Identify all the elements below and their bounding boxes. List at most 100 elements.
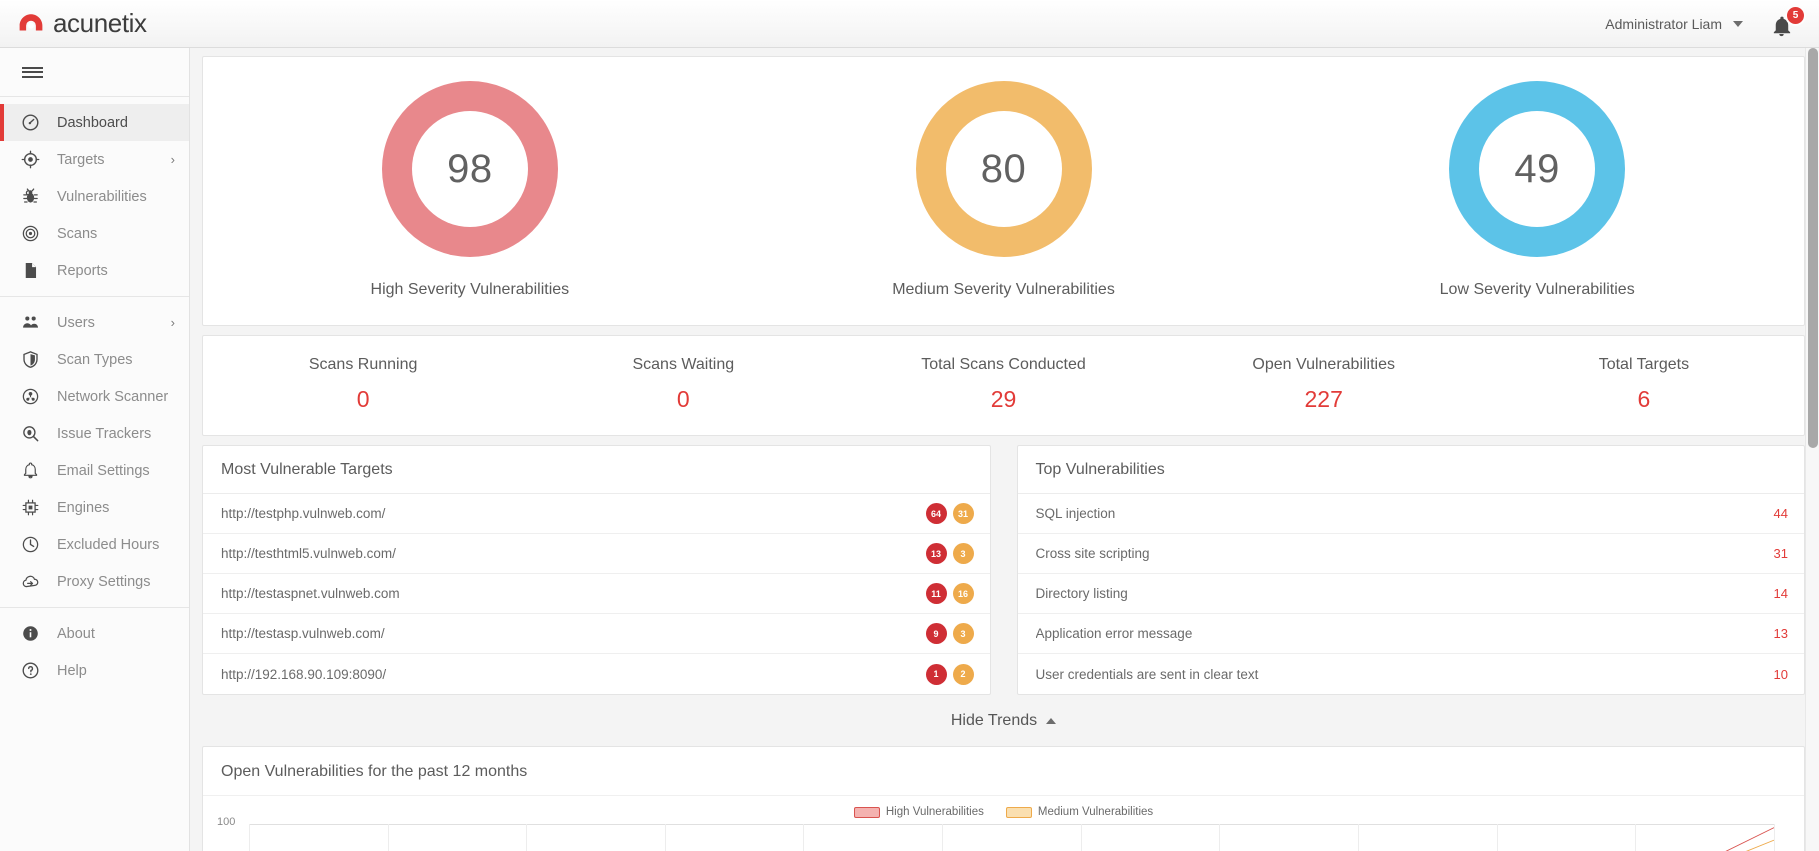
medium-count-badge: 16: [952, 583, 974, 604]
stat-label: Scans Running: [308, 356, 418, 373]
stat-label: Open Vulnerabilities: [1252, 356, 1396, 373]
scrollbar-thumb[interactable]: [1808, 48, 1818, 448]
table-row[interactable]: http://testphp.vulnweb.com/ 64 31: [203, 494, 990, 534]
sidebar-item-scan-types[interactable]: Scan Types: [0, 341, 189, 378]
app-body: Dashboard Targets › Vulnerabilities Scan…: [0, 48, 1819, 851]
panel-title: Top Vulnerabilities: [1017, 446, 1804, 494]
sidebar-item-excluded-hours[interactable]: Excluded Hours: [0, 526, 189, 563]
severity-pills: 11 16: [925, 583, 974, 604]
notifications-button[interactable]: 5: [1769, 4, 1806, 39]
vulnerability-count: 31: [1773, 546, 1788, 561]
donut-ring: 80: [915, 81, 1092, 257]
sidebar-item-reports[interactable]: Reports: [0, 252, 189, 289]
severity-pills: 9 3: [925, 623, 974, 644]
chart-gridline: [1774, 824, 1775, 851]
main-content: 98 High Severity Vulnerabilities 80 Medi…: [190, 48, 1819, 851]
brand-logo[interactable]: acunetix: [18, 8, 147, 39]
stat-label: Total Targets: [1598, 356, 1690, 373]
sidebar-item-issue-trackers[interactable]: Issue Trackers: [0, 415, 189, 452]
sidebar-item-email-settings[interactable]: Email Settings: [0, 452, 189, 489]
sidebar-item-targets[interactable]: Targets ›: [0, 141, 189, 178]
severity-donut-low: 49 Low Severity Vulnerabilities: [1270, 81, 1804, 299]
donut-hole: 98: [411, 111, 528, 227]
target-url: http://testhtml5.vulnweb.com/: [221, 546, 396, 561]
high-count-badge: 9: [925, 623, 947, 644]
vulnerability-count: 44: [1773, 506, 1788, 521]
chevron-right-icon: ›: [170, 315, 175, 330]
severity-donut-high: 98 High Severity Vulnerabilities: [203, 81, 737, 299]
cloud-arrow-icon: [20, 571, 41, 592]
sidebar-item-label: Email Settings: [57, 462, 150, 479]
stat-value: 227: [1304, 386, 1343, 412]
donut-hole: 49: [1479, 111, 1596, 227]
sidebar-item-users[interactable]: Users ›: [0, 304, 189, 341]
sidebar-item-engines[interactable]: Engines: [0, 489, 189, 526]
sidebar-item-label: Vulnerabilities: [57, 188, 147, 205]
acunetix-dashboard: acunetix Administrator Liam 5 Dashboard …: [0, 0, 1819, 851]
severity-pills: 64 31: [925, 503, 974, 524]
table-row[interactable]: User credentials are sent in clear text …: [1018, 654, 1805, 694]
target-url: http://testasp.vulnweb.com/: [221, 626, 385, 641]
sidebar-item-vulnerabilities[interactable]: Vulnerabilities: [0, 178, 189, 215]
dashboard-panels: Most Vulnerable Targets http://testphp.v…: [202, 445, 1805, 695]
vulnerability-name: Directory listing: [1035, 586, 1128, 601]
notification-badge: 5: [1785, 4, 1806, 26]
legend-item-high[interactable]: High Vulnerabilities: [853, 806, 984, 818]
bell-outline-icon: [20, 460, 41, 481]
radar-scan-icon: [20, 223, 41, 244]
chart-body: High Vulnerabilities Medium Vulnerabilit…: [203, 795, 1804, 851]
user-menu[interactable]: Administrator Liam: [1605, 16, 1743, 32]
target-crosshair-icon: [20, 149, 41, 170]
table-row[interactable]: http://testhtml5.vulnweb.com/ 13 3: [203, 534, 990, 574]
legend-item-medium[interactable]: Medium Vulnerabilities: [1005, 806, 1154, 818]
sidebar-item-help[interactable]: Help: [0, 652, 189, 689]
table-row[interactable]: Application error message 13: [1017, 614, 1804, 654]
sidebar-item-label: Scan Types: [57, 351, 133, 368]
sidebar-item-about[interactable]: About: [0, 615, 189, 652]
table-row[interactable]: Directory listing 14: [1017, 574, 1804, 614]
stat-total-scans-conducted: Total Scans Conducted 29: [843, 356, 1163, 413]
panel-title: Most Vulnerable Targets: [203, 446, 990, 494]
open-vulnerabilities-trend-chart: Open Vulnerabilities for the past 12 mon…: [202, 746, 1805, 851]
table-row[interactable]: Cross site scripting 31: [1017, 534, 1804, 574]
medium-count-badge: 31: [952, 503, 974, 524]
top-vulnerabilities-panel: Top Vulnerabilities SQL injection 44 Cro…: [1016, 445, 1805, 695]
table-row[interactable]: SQL injection 44: [1017, 494, 1804, 534]
sidebar-group-main: Dashboard Targets › Vulnerabilities Scan…: [0, 96, 189, 296]
legend-swatch-icon: [853, 806, 880, 818]
legend-label: High Vulnerabilities: [885, 806, 984, 818]
donut-label: Medium Severity Vulnerabilities: [892, 281, 1115, 298]
sidebar-item-label: Issue Trackers: [57, 425, 152, 442]
target-url: http://192.168.90.109:8090/: [221, 666, 387, 682]
header-right-cluster: Administrator Liam 5: [1605, 4, 1806, 39]
sidebar-item-label: Users: [57, 314, 95, 331]
sidebar-item-scans[interactable]: Scans: [0, 215, 189, 252]
donut-ring: 49: [1449, 81, 1626, 257]
sidebar-item-dashboard[interactable]: Dashboard: [0, 104, 189, 141]
vertical-scrollbar[interactable]: [1805, 48, 1819, 851]
legend-swatch-icon: [1005, 806, 1032, 818]
vulnerability-count: 13: [1773, 626, 1788, 641]
sidebar-item-label: Scans: [57, 225, 98, 242]
table-row[interactable]: http://testaspnet.vulnweb.com 11 16: [203, 574, 990, 614]
acunetix-logo-icon: [18, 11, 44, 37]
stat-value: 29: [990, 386, 1017, 412]
severity-pills: 13 3: [925, 543, 974, 564]
table-row[interactable]: http://192.168.90.109:8090/ 1 2: [203, 654, 990, 694]
chart-series-lines: [249, 824, 1774, 851]
severity-donut-medium: 80 Medium Severity Vulnerabilities: [737, 81, 1271, 299]
sidebar-group-support: About Help: [0, 607, 189, 696]
hamburger-menu-icon[interactable]: [0, 48, 189, 96]
vulnerability-name: Application error message: [1035, 626, 1193, 641]
target-url: http://testaspnet.vulnweb.com: [221, 586, 400, 601]
hide-trends-toggle[interactable]: Hide Trends: [202, 695, 1805, 746]
chevron-down-icon: [1733, 20, 1743, 27]
legend-label: Medium Vulnerabilities: [1037, 806, 1154, 818]
sidebar-group-config: Users › Scan Types Network Scanner Issue…: [0, 296, 189, 607]
sidebar-item-proxy-settings[interactable]: Proxy Settings: [0, 563, 189, 600]
target-url: http://testphp.vulnweb.com/: [221, 506, 386, 521]
vulnerability-name: SQL injection: [1035, 506, 1116, 521]
table-row[interactable]: http://testasp.vulnweb.com/ 9 3: [203, 614, 990, 654]
donut-hole: 80: [945, 111, 1062, 227]
sidebar-item-network-scanner[interactable]: Network Scanner: [0, 378, 189, 415]
